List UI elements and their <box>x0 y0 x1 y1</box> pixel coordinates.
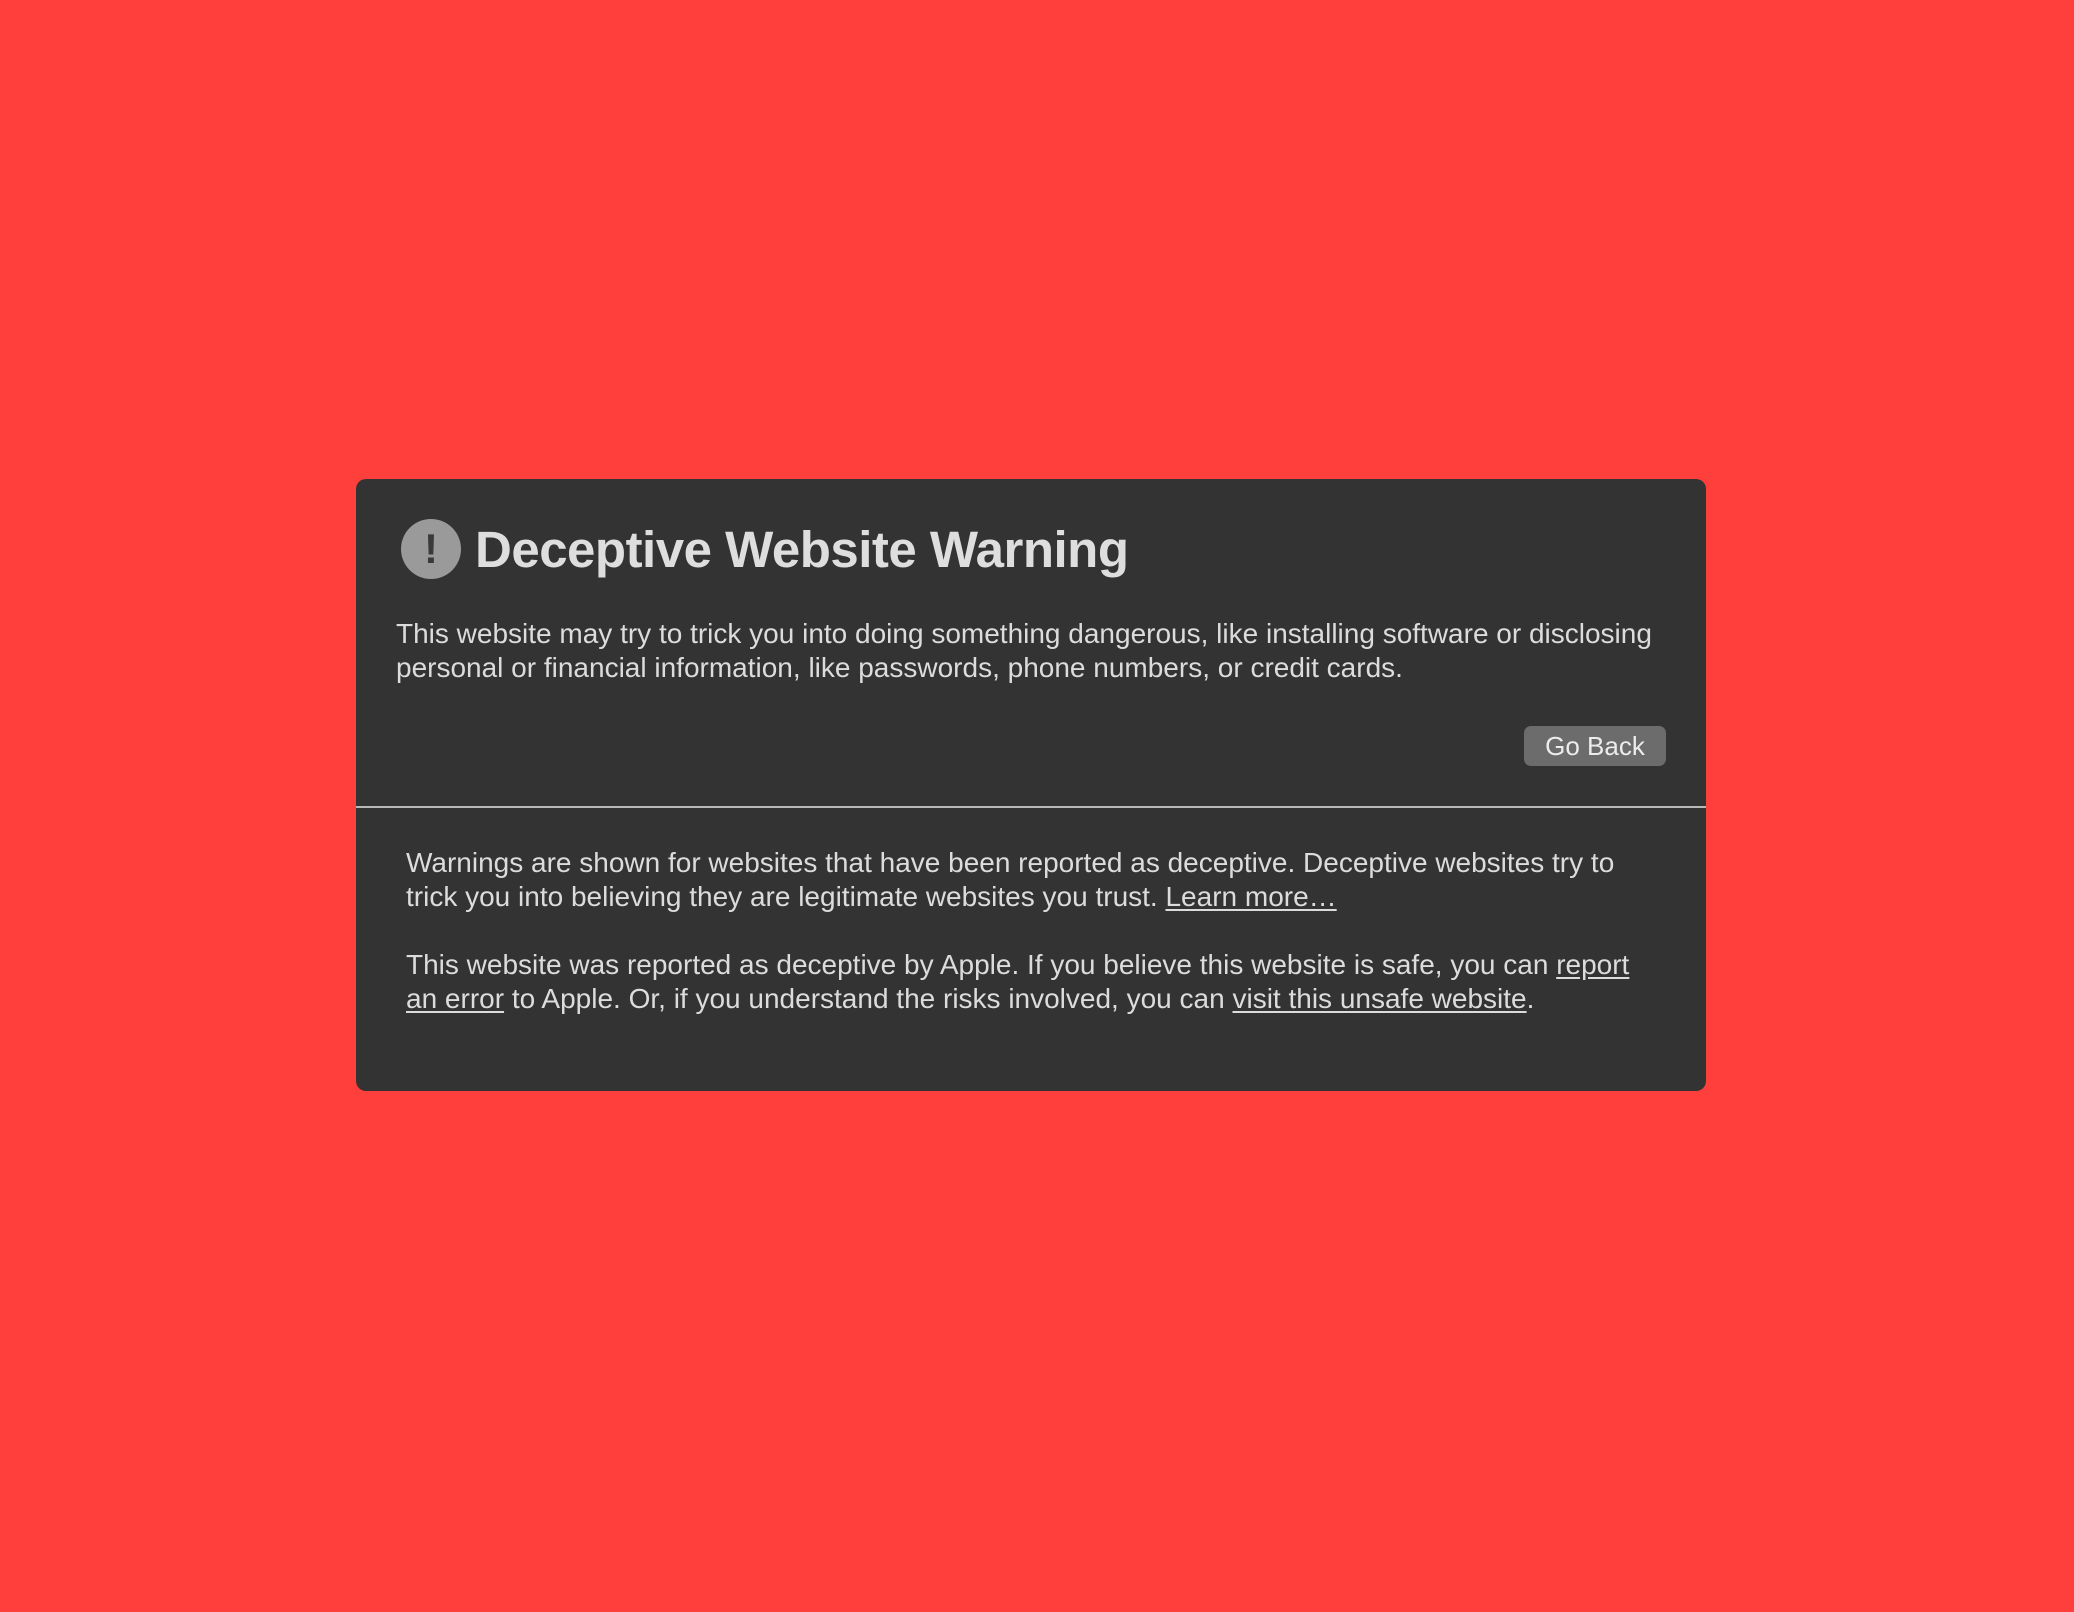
warning-panel: ! Deceptive Website Warning This website… <box>356 479 1706 1091</box>
page-title: Deceptive Website Warning <box>475 521 1129 578</box>
details-paragraph-apple: This website was reported as deceptive b… <box>406 948 1666 1016</box>
section-divider <box>356 806 1706 808</box>
warning-description: This website may try to trick you into d… <box>396 618 1652 683</box>
details-text: to Apple. Or, if you understand the risk… <box>504 983 1233 1014</box>
details-text: This website was reported as deceptive b… <box>406 949 1557 980</box>
details-section: Warnings are shown for websites that hav… <box>406 846 1666 1050</box>
exclamation-circle-icon: ! <box>401 519 461 579</box>
warning-header-section: ! Deceptive Website Warning This website… <box>356 479 1706 807</box>
details-text: Warnings are shown for websites that hav… <box>406 847 1615 912</box>
learn-more-link[interactable]: Learn more… <box>1165 881 1336 912</box>
details-paragraph-reported: Warnings are shown for websites that hav… <box>406 846 1666 914</box>
details-text: . <box>1526 983 1535 1014</box>
go-back-button[interactable]: Go Back <box>1524 726 1666 766</box>
visit-unsafe-website-link[interactable]: visit this unsafe website <box>1232 983 1526 1014</box>
